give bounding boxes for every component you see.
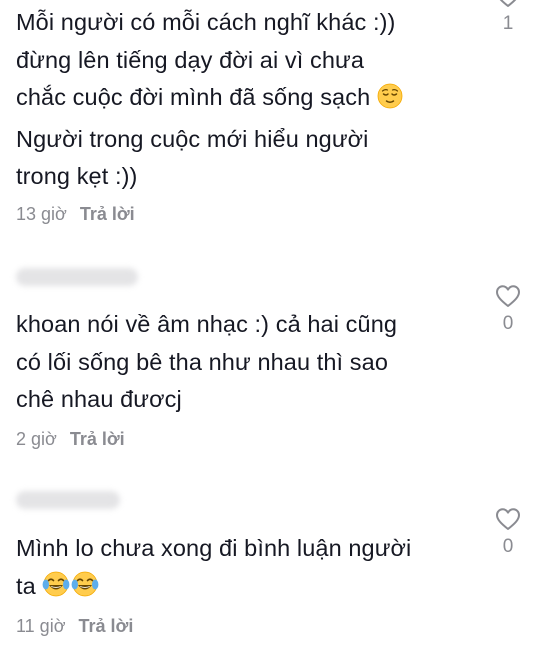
comment-time: 13 giờ (16, 204, 67, 224)
heart-icon (496, 285, 520, 307)
like-count: 0 (502, 536, 514, 557)
username-blurred[interactable] (16, 268, 138, 286)
like-count: 1 (502, 13, 514, 34)
like-button[interactable]: 0 (488, 284, 528, 334)
comment-text: khoan nói về âm nhạc :) cả hai cũng có l… (16, 306, 456, 419)
comment-line: đừng lên tiếng dạy đời ai vì chưa (16, 46, 365, 73)
reply-button[interactable]: Trả lời (80, 204, 135, 224)
username-blurred[interactable] (16, 491, 120, 509)
comment-line: Người trong cuộc mới hiểu người (16, 125, 369, 152)
tears-of-joy-icon (42, 570, 100, 610)
heart-icon (496, 508, 520, 530)
comment-time: 2 giờ (16, 429, 57, 449)
comment-line-text: ta (16, 572, 36, 599)
comment-text: Mỗi người có mỗi cách nghĩ khác :)) đừng… (16, 4, 456, 196)
comment-line: Mình lo chưa xong đi bình luận người (16, 535, 412, 561)
comment-line-text: chắc cuộc đời mình đã sống sạch (16, 84, 371, 110)
like-button[interactable]: 1 (488, 0, 528, 34)
comment-line: chê nhau đươcj (16, 386, 182, 412)
comment-line: ta (16, 568, 456, 610)
comment-line: Mỗi người có mỗi cách nghĩ khác :)) (16, 9, 396, 35)
heart-icon (499, 0, 517, 7)
comment-time: 11 giờ (16, 616, 66, 636)
comment-meta: 13 giờ Trả lời (16, 204, 135, 225)
comment-line: có lối sống bê tha như nhau thì sao (16, 348, 388, 375)
reply-button[interactable]: Trả lời (79, 616, 134, 636)
comment-meta: 2 giờ Trả lời (16, 429, 125, 450)
relieved-face-icon (377, 83, 403, 121)
comment-meta: 11 giờ Trả lời (16, 616, 133, 637)
comment-text: Mình lo chưa xong đi bình luận người ta (16, 530, 456, 609)
comment-line: trong kẹt :)) (16, 163, 138, 189)
like-count: 0 (502, 313, 514, 334)
comment-line: khoan nói về âm nhạc :) cả hai cũng (16, 311, 398, 337)
comment-line: chắc cuộc đời mình đã sống sạch (16, 79, 456, 121)
like-button[interactable]: 0 (488, 507, 528, 557)
reply-button[interactable]: Trả lời (70, 429, 125, 449)
